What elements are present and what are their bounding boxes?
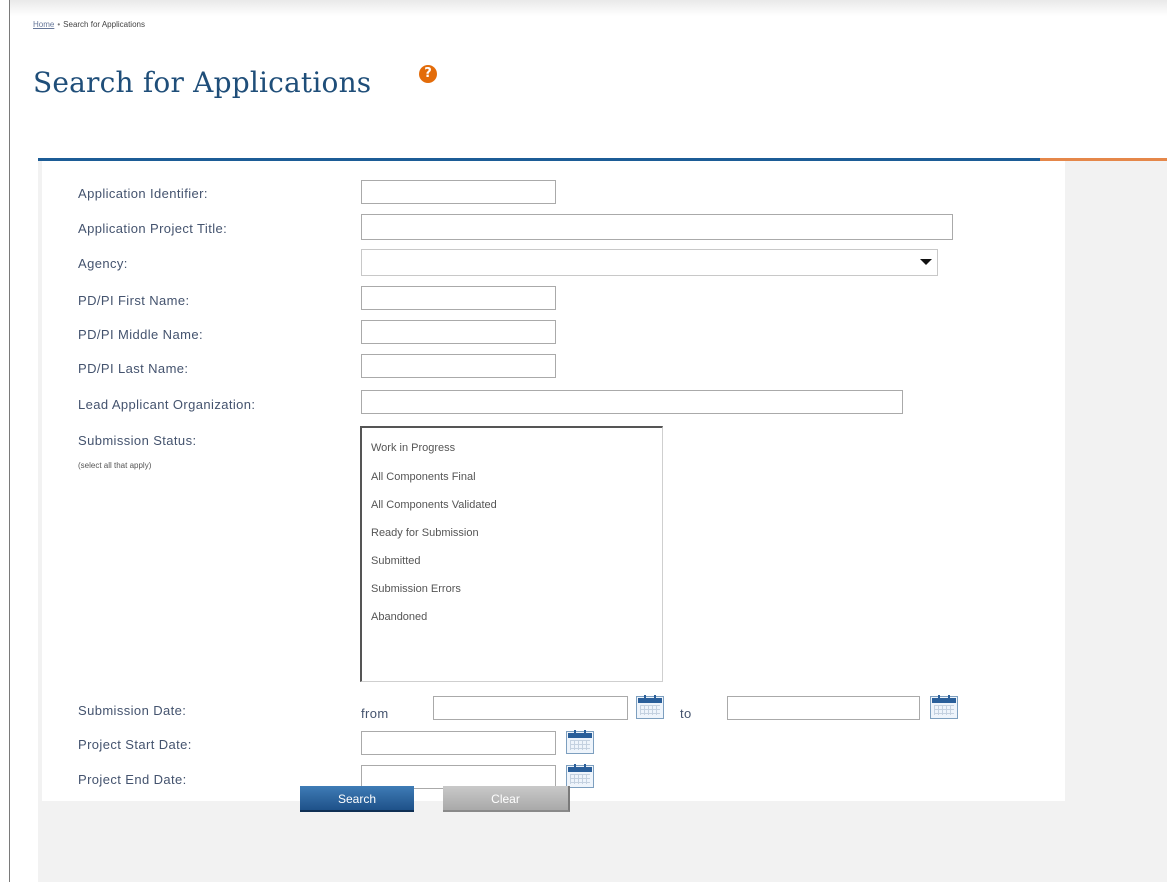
submission-date-to-input[interactable] — [727, 696, 920, 720]
project-start-date-input[interactable] — [361, 731, 556, 755]
question-mark-icon[interactable]: ? — [419, 65, 437, 83]
breadcrumb: Home • Search for Applications — [33, 20, 145, 29]
project-title-label: Application Project Title: — [78, 221, 228, 236]
clear-button[interactable]: Clear — [443, 786, 570, 812]
status-option-abandoned[interactable]: Abandoned — [371, 611, 427, 623]
application-identifier-label: Application Identifier: — [78, 186, 208, 201]
calendar-icon[interactable] — [930, 695, 958, 719]
status-option-ready-for-submission[interactable]: Ready for Submission — [371, 527, 479, 539]
pi-last-name-label: PD/PI Last Name: — [78, 361, 189, 376]
submission-status-hint: (select all that apply) — [78, 461, 152, 470]
submission-date-to-label: to — [680, 706, 692, 721]
breadcrumb-current: Search for Applications — [63, 20, 145, 29]
pi-middle-name-input[interactable] — [361, 320, 556, 344]
project-start-date-label: Project Start Date: — [78, 737, 192, 752]
breadcrumb-separator: • — [57, 20, 61, 29]
calendar-icon[interactable] — [566, 730, 594, 754]
lead-org-input[interactable] — [361, 390, 903, 414]
status-option-all-components-final[interactable]: All Components Final — [371, 471, 476, 483]
lead-org-label: Lead Applicant Organization: — [78, 397, 256, 412]
breadcrumb-home-link[interactable]: Home — [33, 20, 54, 29]
agency-select[interactable] — [361, 249, 938, 276]
submission-date-from-label: from — [361, 706, 389, 721]
pi-first-name-input[interactable] — [361, 286, 556, 310]
window-left-border — [9, 0, 10, 882]
status-option-submission-errors[interactable]: Submission Errors — [371, 583, 461, 595]
project-end-date-label: Project End Date: — [78, 772, 187, 787]
project-title-input[interactable] — [361, 214, 953, 240]
submission-date-from-input[interactable] — [433, 696, 628, 720]
pi-middle-name-label: PD/PI Middle Name: — [78, 327, 203, 342]
status-option-submitted[interactable]: Submitted — [371, 555, 421, 567]
top-shadow — [10, 0, 1167, 16]
chevron-down-icon — [920, 259, 932, 265]
submission-date-label: Submission Date: — [78, 703, 187, 718]
submission-status-label: Submission Status: — [78, 433, 197, 448]
pi-first-name-label: PD/PI First Name: — [78, 293, 190, 308]
status-option-all-components-validated[interactable]: All Components Validated — [371, 499, 497, 511]
application-identifier-input[interactable] — [361, 180, 556, 204]
calendar-icon[interactable] — [566, 764, 594, 788]
submission-status-listbox[interactable]: Work in Progress All Components Final Al… — [360, 426, 663, 682]
pi-last-name-input[interactable] — [361, 354, 556, 378]
calendar-icon[interactable] — [636, 695, 664, 719]
page-title: Search for Applications — [33, 66, 372, 99]
agency-label: Agency: — [78, 256, 128, 271]
status-option-work-in-progress[interactable]: Work in Progress — [371, 442, 455, 454]
search-button[interactable]: Search — [300, 786, 414, 812]
